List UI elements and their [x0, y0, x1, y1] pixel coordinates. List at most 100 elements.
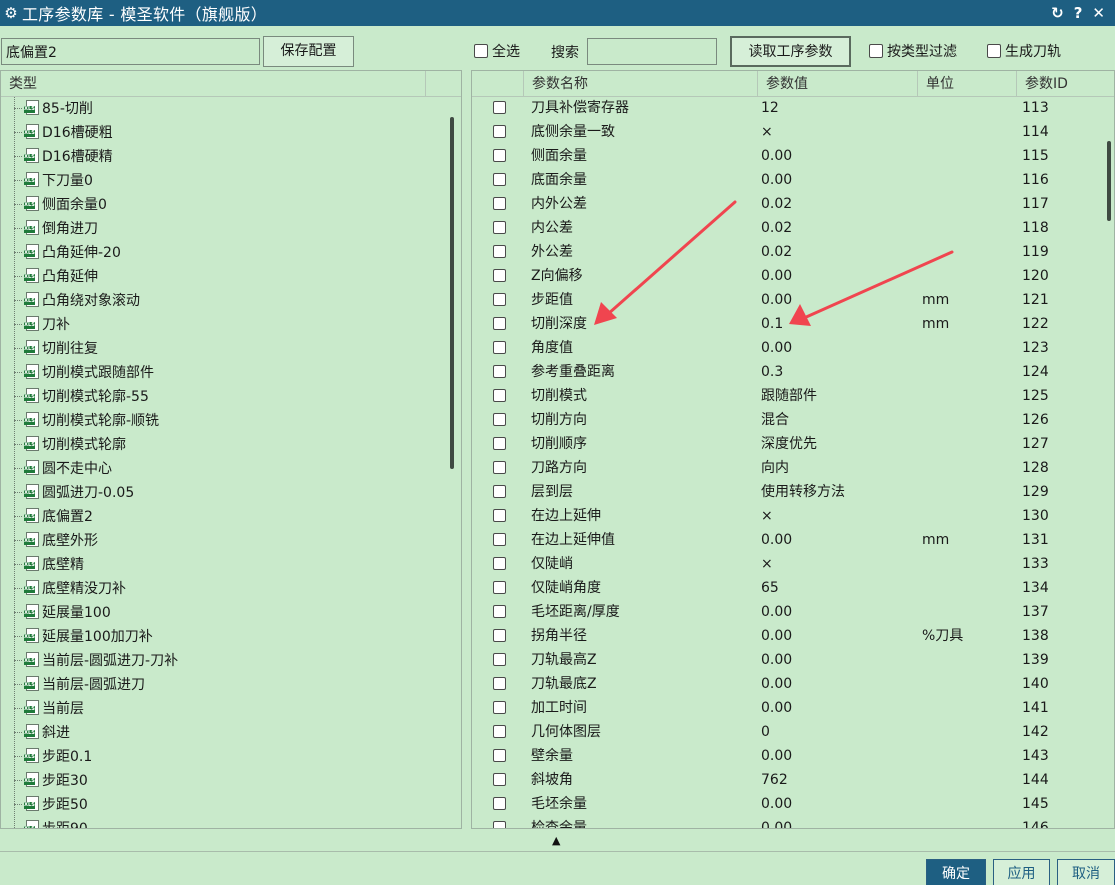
row-checkbox[interactable] [493, 533, 506, 546]
table-row[interactable]: 刀轨最底Z 0.00 140 [472, 672, 1092, 696]
tree-item[interactable]: XLS 85-切削 [1, 96, 93, 120]
save-config-button[interactable]: 保存配置 [263, 36, 354, 67]
row-checkbox[interactable] [493, 173, 506, 186]
tree-item[interactable]: XLS 侧面余量0 [1, 192, 107, 216]
table-row[interactable]: 底侧余量一致 × 114 [472, 120, 1092, 144]
row-checkbox[interactable] [493, 581, 506, 594]
ok-button[interactable]: 确定 [926, 859, 986, 885]
search-input[interactable] [587, 38, 717, 65]
table-row[interactable]: 角度值 0.00 123 [472, 336, 1092, 360]
table-row[interactable]: 在边上延伸 × 130 [472, 504, 1092, 528]
tree-item[interactable]: XLS 凸角绕对象滚动 [1, 288, 140, 312]
table-row[interactable]: 内公差 0.02 118 [472, 216, 1092, 240]
table-row[interactable]: 底面余量 0.00 116 [472, 168, 1092, 192]
row-checkbox[interactable] [493, 317, 506, 330]
grid-scrollbar[interactable] [1107, 141, 1111, 221]
tree-item[interactable]: XLS 底偏置2 [1, 504, 93, 528]
tree-item[interactable]: XLS 延展量100 [1, 600, 111, 624]
tree-item[interactable]: XLS 斜进 [1, 720, 70, 744]
table-row[interactable]: 切削方向 混合 126 [472, 408, 1092, 432]
table-row[interactable]: 刀具补偿寄存器 12 113 [472, 96, 1092, 120]
table-row[interactable]: 切削深度 0.1 mm 122 [472, 312, 1092, 336]
tree-item[interactable]: XLS 延展量100加刀补 [1, 624, 153, 648]
cancel-button[interactable]: 取消 [1057, 859, 1115, 885]
checkbox-icon[interactable] [987, 44, 1001, 58]
table-row[interactable]: 毛坯距离/厚度 0.00 137 [472, 600, 1092, 624]
table-row[interactable]: 仅陡峭角度 65 134 [472, 576, 1092, 600]
row-checkbox[interactable] [493, 725, 506, 738]
table-row[interactable]: 步距值 0.00 mm 121 [472, 288, 1092, 312]
row-checkbox[interactable] [493, 605, 506, 618]
generate-toolpath-checkbox[interactable]: 生成刀轨 [987, 40, 1061, 62]
row-checkbox[interactable] [493, 509, 506, 522]
row-checkbox[interactable] [493, 269, 506, 282]
table-row[interactable]: 参考重叠距离 0.3 124 [472, 360, 1092, 384]
row-checkbox[interactable] [493, 149, 506, 162]
tree-item[interactable]: XLS 刀补 [1, 312, 70, 336]
table-row[interactable]: 斜坡角 762 144 [472, 768, 1092, 792]
row-checkbox[interactable] [493, 197, 506, 210]
row-checkbox[interactable] [493, 101, 506, 114]
tree-item[interactable]: XLS 底壁外形 [1, 528, 98, 552]
row-checkbox[interactable] [493, 341, 506, 354]
col-param-id[interactable]: 参数ID [1017, 71, 1096, 97]
table-row[interactable]: 检查余量 0.00 146 [472, 816, 1092, 828]
table-row[interactable]: 层到层 使用转移方法 129 [472, 480, 1092, 504]
tree-item[interactable]: XLS 当前层-圆弧进刀-刀补 [1, 648, 178, 672]
tree-item[interactable]: XLS 倒角进刀 [1, 216, 98, 240]
tree-item[interactable]: XLS 切削往复 [1, 336, 98, 360]
row-checkbox[interactable] [493, 653, 506, 666]
table-row[interactable]: 加工时间 0.00 141 [472, 696, 1092, 720]
table-row[interactable]: 切削模式 跟随部件 125 [472, 384, 1092, 408]
row-checkbox[interactable] [493, 797, 506, 810]
tree-item[interactable]: XLS 圆不走中心 [1, 456, 112, 480]
row-checkbox[interactable] [493, 293, 506, 306]
tree-item[interactable]: XLS 底壁精没刀补 [1, 576, 126, 600]
row-checkbox[interactable] [493, 821, 506, 828]
table-row[interactable]: 侧面余量 0.00 115 [472, 144, 1092, 168]
row-checkbox[interactable] [493, 245, 506, 258]
row-checkbox[interactable] [493, 461, 506, 474]
row-checkbox[interactable] [493, 485, 506, 498]
table-row[interactable]: 仅陡峭 × 133 [472, 552, 1092, 576]
help-icon[interactable]: ? [1074, 4, 1083, 22]
tree-item[interactable]: XLS 步距90 [1, 816, 88, 828]
tree-item[interactable]: XLS D16槽硬精 [1, 144, 113, 168]
table-row[interactable]: 毛坯余量 0.00 145 [472, 792, 1092, 816]
tree-item[interactable]: XLS 切削模式跟随部件 [1, 360, 154, 384]
table-row[interactable]: 内外公差 0.02 117 [472, 192, 1092, 216]
checkbox-icon[interactable] [869, 44, 883, 58]
tree-item[interactable]: XLS 切削模式轮廓-55 [1, 384, 149, 408]
tree-item[interactable]: XLS 当前层-圆弧进刀 [1, 672, 145, 696]
table-row[interactable]: 几何体图层 0 142 [472, 720, 1092, 744]
checkbox-icon[interactable] [474, 44, 488, 58]
row-checkbox[interactable] [493, 365, 506, 378]
tree-item[interactable]: XLS D16槽硬粗 [1, 120, 113, 144]
collapse-up-icon[interactable]: ▲ [552, 834, 560, 847]
row-checkbox[interactable] [493, 749, 506, 762]
tree-item[interactable]: XLS 当前层 [1, 696, 84, 720]
col-unit[interactable]: 单位 [918, 71, 1017, 97]
col-param-name[interactable]: 参数名称 [524, 71, 758, 97]
tree-item[interactable]: XLS 凸角延伸 [1, 264, 98, 288]
table-row[interactable]: 壁余量 0.00 143 [472, 744, 1092, 768]
table-row[interactable]: Z向偏移 0.00 120 [472, 264, 1092, 288]
row-checkbox[interactable] [493, 413, 506, 426]
tree-item[interactable]: XLS 圆弧进刀-0.05 [1, 480, 134, 504]
tree-item[interactable]: XLS 步距50 [1, 792, 88, 816]
row-checkbox[interactable] [493, 557, 506, 570]
row-checkbox[interactable] [493, 389, 506, 402]
table-row[interactable]: 刀路方向 向内 128 [472, 456, 1092, 480]
gear-icon[interactable]: ⚙ [0, 4, 22, 22]
config-name-input[interactable]: 底偏置2 [1, 38, 260, 65]
close-icon[interactable]: ✕ [1092, 4, 1105, 22]
row-checkbox[interactable] [493, 221, 506, 234]
tree-scrollbar[interactable] [450, 117, 454, 469]
tree-item[interactable]: XLS 步距0.1 [1, 744, 92, 768]
table-row[interactable]: 在边上延伸值 0.00 mm 131 [472, 528, 1092, 552]
tree-item[interactable]: XLS 步距30 [1, 768, 88, 792]
tree-item[interactable]: XLS 下刀量0 [1, 168, 93, 192]
filter-by-type-checkbox[interactable]: 按类型过滤 [869, 40, 957, 62]
tree-item[interactable]: XLS 底壁精 [1, 552, 84, 576]
col-param-value[interactable]: 参数值 [758, 71, 918, 97]
